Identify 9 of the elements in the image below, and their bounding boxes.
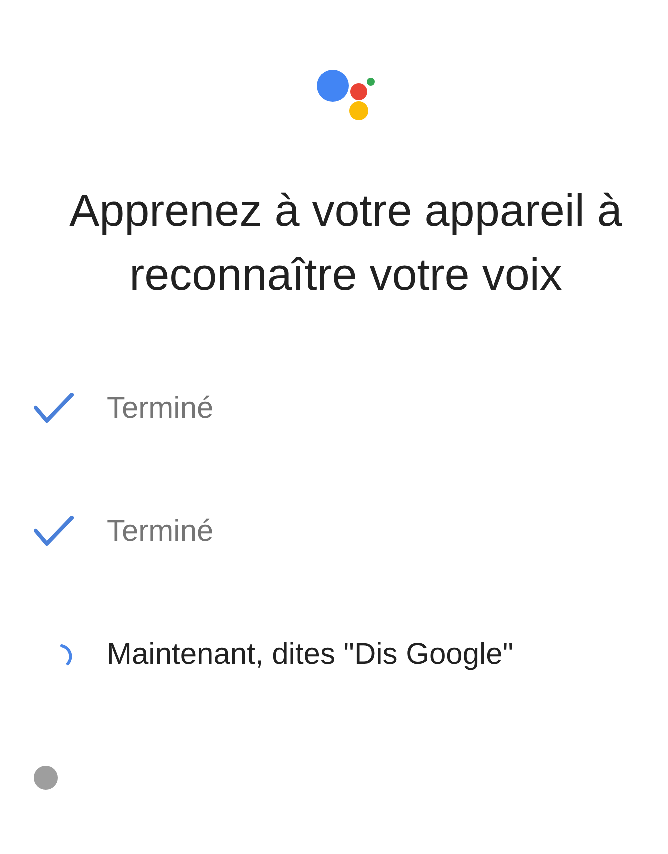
step-label: Terminé bbox=[107, 390, 214, 426]
step-label: Terminé bbox=[107, 514, 214, 550]
assistant-dots-icon bbox=[317, 70, 375, 121]
loading-spinner-icon bbox=[60, 644, 72, 666]
check-icon bbox=[34, 393, 74, 424]
step-label: Maintenant, dites "Dis Google" bbox=[107, 636, 514, 672]
check-icon bbox=[34, 516, 74, 547]
page-title: Apprenez à votre appareil à reconnaître votre voix bbox=[68, 184, 624, 302]
status-dot-icon bbox=[34, 766, 58, 790]
